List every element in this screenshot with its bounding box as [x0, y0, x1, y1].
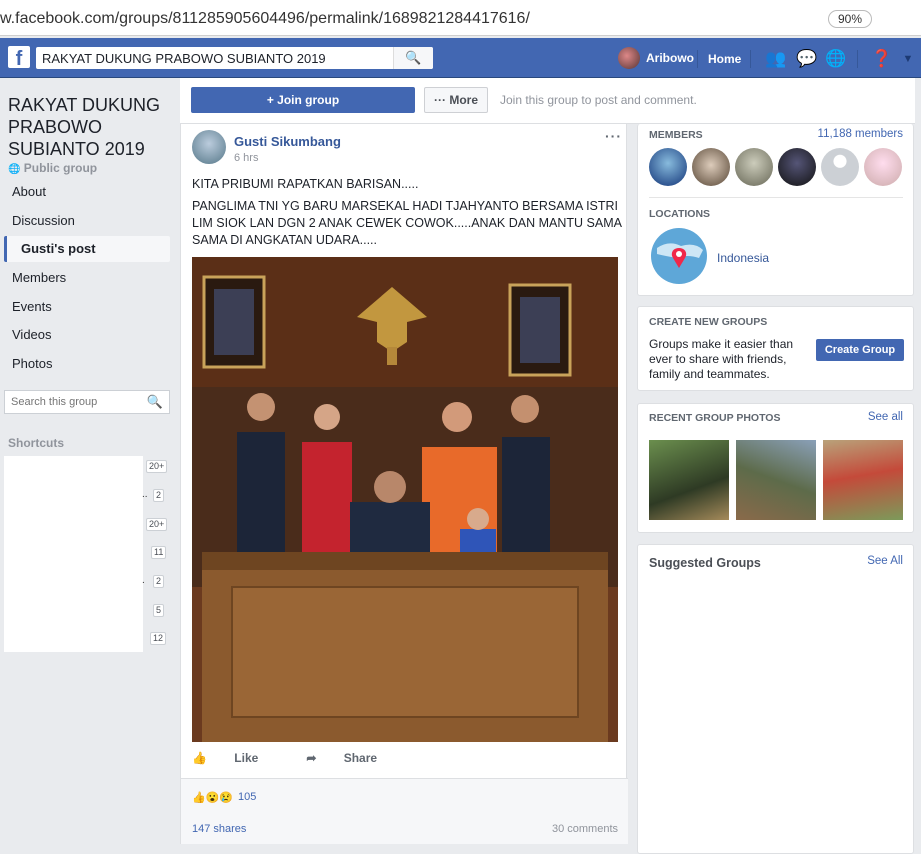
chevron-down-icon[interactable]: ▼: [898, 49, 918, 69]
messenger-icon[interactable]: 💬: [796, 49, 817, 69]
create-groups-card: CREATE NEW GROUPS Groups make it easier …: [637, 306, 914, 391]
post-actions: 👍 Like ➦ Share: [192, 751, 425, 765]
top-search-field[interactable]: RAKYAT DUKUNG PRABOWO SUBIANTO 2019 🔍: [36, 47, 433, 69]
shortcuts-list[interactable]: [4, 456, 143, 652]
nav-events[interactable]: Events: [4, 294, 170, 320]
member-avatar[interactable]: [649, 148, 687, 186]
post-text-line: KITA PRIBUMI RAPATKAN BARISAN.....: [192, 177, 419, 191]
post-text-body: PANGLIMA TNI YG BARU MARSEKAL HADI TJAHY…: [192, 199, 622, 247]
recent-photos-card: RECENT GROUP PHOTOS See all: [637, 403, 914, 533]
comment-count[interactable]: 30 comments: [552, 823, 618, 835]
thumbs-up-icon: 👍: [192, 751, 207, 765]
nav-members[interactable]: Members: [4, 265, 170, 291]
member-avatar[interactable]: [735, 148, 773, 186]
profile-link[interactable]: Aribowo: [618, 47, 694, 69]
shortcut-count: 12: [150, 632, 167, 645]
divider: [649, 197, 903, 198]
share-label: Share: [343, 751, 378, 765]
join-group-button[interactable]: + Join group: [191, 87, 415, 113]
post-feedback-summary: 👍😮😢 105 147 shares 30 comments: [181, 778, 628, 844]
group-post: Gusti Sikumbang 6 hrs ··· KITA PRIBUMI R…: [180, 124, 628, 844]
group-type-text: Public group: [23, 161, 98, 175]
avatar: [618, 47, 640, 69]
top-search-value[interactable]: RAKYAT DUKUNG PRABOWO SUBIANTO 2019: [42, 51, 326, 66]
members-card: MEMBERS 11,188 members LOCATIONS Indones…: [637, 124, 914, 296]
recent-photo-thumbnail[interactable]: [649, 440, 729, 520]
group-privacy-label: 🌐 Public group: [8, 161, 97, 175]
member-avatar[interactable]: [778, 148, 816, 186]
left-sidebar: RAKYAT DUKUNG PRABOWO SUBIANTO 2019 🌐 Pu…: [0, 78, 178, 844]
location-link[interactable]: Indonesia: [717, 251, 769, 265]
recent-photo-thumbnail[interactable]: [736, 440, 816, 520]
post-options-icon[interactable]: ···: [605, 128, 622, 144]
create-groups-text: Groups make it easier than ever to share…: [649, 337, 794, 381]
recent-photos-heading: RECENT GROUP PHOTOS: [649, 412, 781, 424]
nav-about[interactable]: About: [4, 179, 170, 205]
facebook-top-bar: f RAKYAT DUKUNG PRABOWO SUBIANTO 2019 🔍 …: [0, 38, 921, 78]
see-all-photos-link[interactable]: See all: [868, 411, 903, 423]
zoom-level-badge[interactable]: 90%: [828, 10, 872, 28]
avatar[interactable]: [192, 130, 226, 164]
search-icon[interactable]: 🔍: [393, 47, 433, 69]
suggested-groups-heading: Suggested Groups: [649, 556, 761, 570]
nav-photos[interactable]: Photos: [4, 351, 170, 377]
notifications-globe-icon[interactable]: 🌐: [825, 49, 846, 69]
like-label: Like: [234, 751, 259, 765]
share-arrow-icon: ➦: [306, 751, 317, 765]
shortcut-ellipsis: .: [142, 575, 145, 586]
nav-gustis-post[interactable]: Gusti's post: [4, 236, 170, 262]
divider: [697, 50, 698, 68]
shortcut-ellipsis: ..: [142, 489, 148, 500]
member-avatar[interactable]: [692, 148, 730, 186]
post-photo-illustration: [192, 257, 618, 742]
user-name: Aribowo: [646, 51, 694, 65]
shortcuts-heading: Shortcuts: [8, 436, 65, 450]
divider: [857, 50, 858, 68]
recent-photo-thumbnail[interactable]: [823, 440, 903, 520]
reaction-icons[interactable]: 👍😮😢: [192, 791, 233, 804]
see-all-suggested-link[interactable]: See All: [867, 555, 903, 567]
group-title[interactable]: RAKYAT DUKUNG PRABOWO SUBIANTO 2019: [8, 94, 173, 160]
group-action-bar: + Join group ··· More Join this group to…: [180, 78, 915, 124]
search-icon[interactable]: 🔍: [147, 394, 163, 410]
globe-icon: 🌐: [8, 164, 21, 175]
locations-heading: LOCATIONS: [649, 208, 711, 220]
divider: [750, 50, 751, 68]
browser-url-bar[interactable]: w.facebook.com/groups/811285905604496/pe…: [0, 0, 921, 36]
post-timestamp[interactable]: 6 hrs: [234, 152, 258, 164]
create-groups-heading: CREATE NEW GROUPS: [649, 316, 768, 328]
reaction-count[interactable]: 105: [238, 791, 256, 803]
help-icon[interactable]: ❓: [871, 49, 892, 69]
location-map[interactable]: [651, 228, 707, 284]
url-text[interactable]: w.facebook.com/groups/811285905604496/pe…: [0, 10, 530, 28]
create-group-button[interactable]: Create Group: [816, 339, 904, 361]
facebook-logo[interactable]: f: [8, 46, 30, 68]
post-photo[interactable]: [192, 257, 618, 742]
nav-videos[interactable]: Videos: [4, 322, 170, 348]
shortcut-count: 2: [153, 575, 165, 588]
shortcut-count: 2: [153, 489, 165, 502]
shortcut-count: 20+: [146, 460, 168, 473]
member-avatar[interactable]: [864, 148, 902, 186]
nav-discussion[interactable]: Discussion: [4, 208, 170, 234]
like-button[interactable]: 👍 Like: [192, 751, 282, 765]
more-button[interactable]: ··· More: [424, 87, 488, 113]
location-pin-icon: [657, 243, 703, 268]
group-search[interactable]: 🔍: [4, 390, 170, 414]
share-count[interactable]: 147 shares: [192, 823, 246, 835]
members-count-link[interactable]: 11,188 members: [818, 128, 903, 140]
post-author[interactable]: Gusti Sikumbang: [234, 134, 341, 149]
share-button[interactable]: ➦ Share: [306, 751, 401, 765]
shortcut-count: 20+: [146, 518, 168, 531]
shortcut-count: 5: [153, 604, 165, 617]
group-search-input[interactable]: [5, 391, 135, 413]
member-avatar[interactable]: [821, 148, 859, 186]
members-heading: MEMBERS: [649, 129, 703, 141]
friend-requests-icon[interactable]: 👥: [765, 49, 786, 69]
shortcut-count: 11: [151, 546, 167, 559]
join-prompt-text: Join this group to post and comment.: [500, 93, 697, 107]
home-link[interactable]: Home: [708, 52, 741, 66]
suggested-groups-card: Suggested Groups See All: [637, 544, 914, 854]
